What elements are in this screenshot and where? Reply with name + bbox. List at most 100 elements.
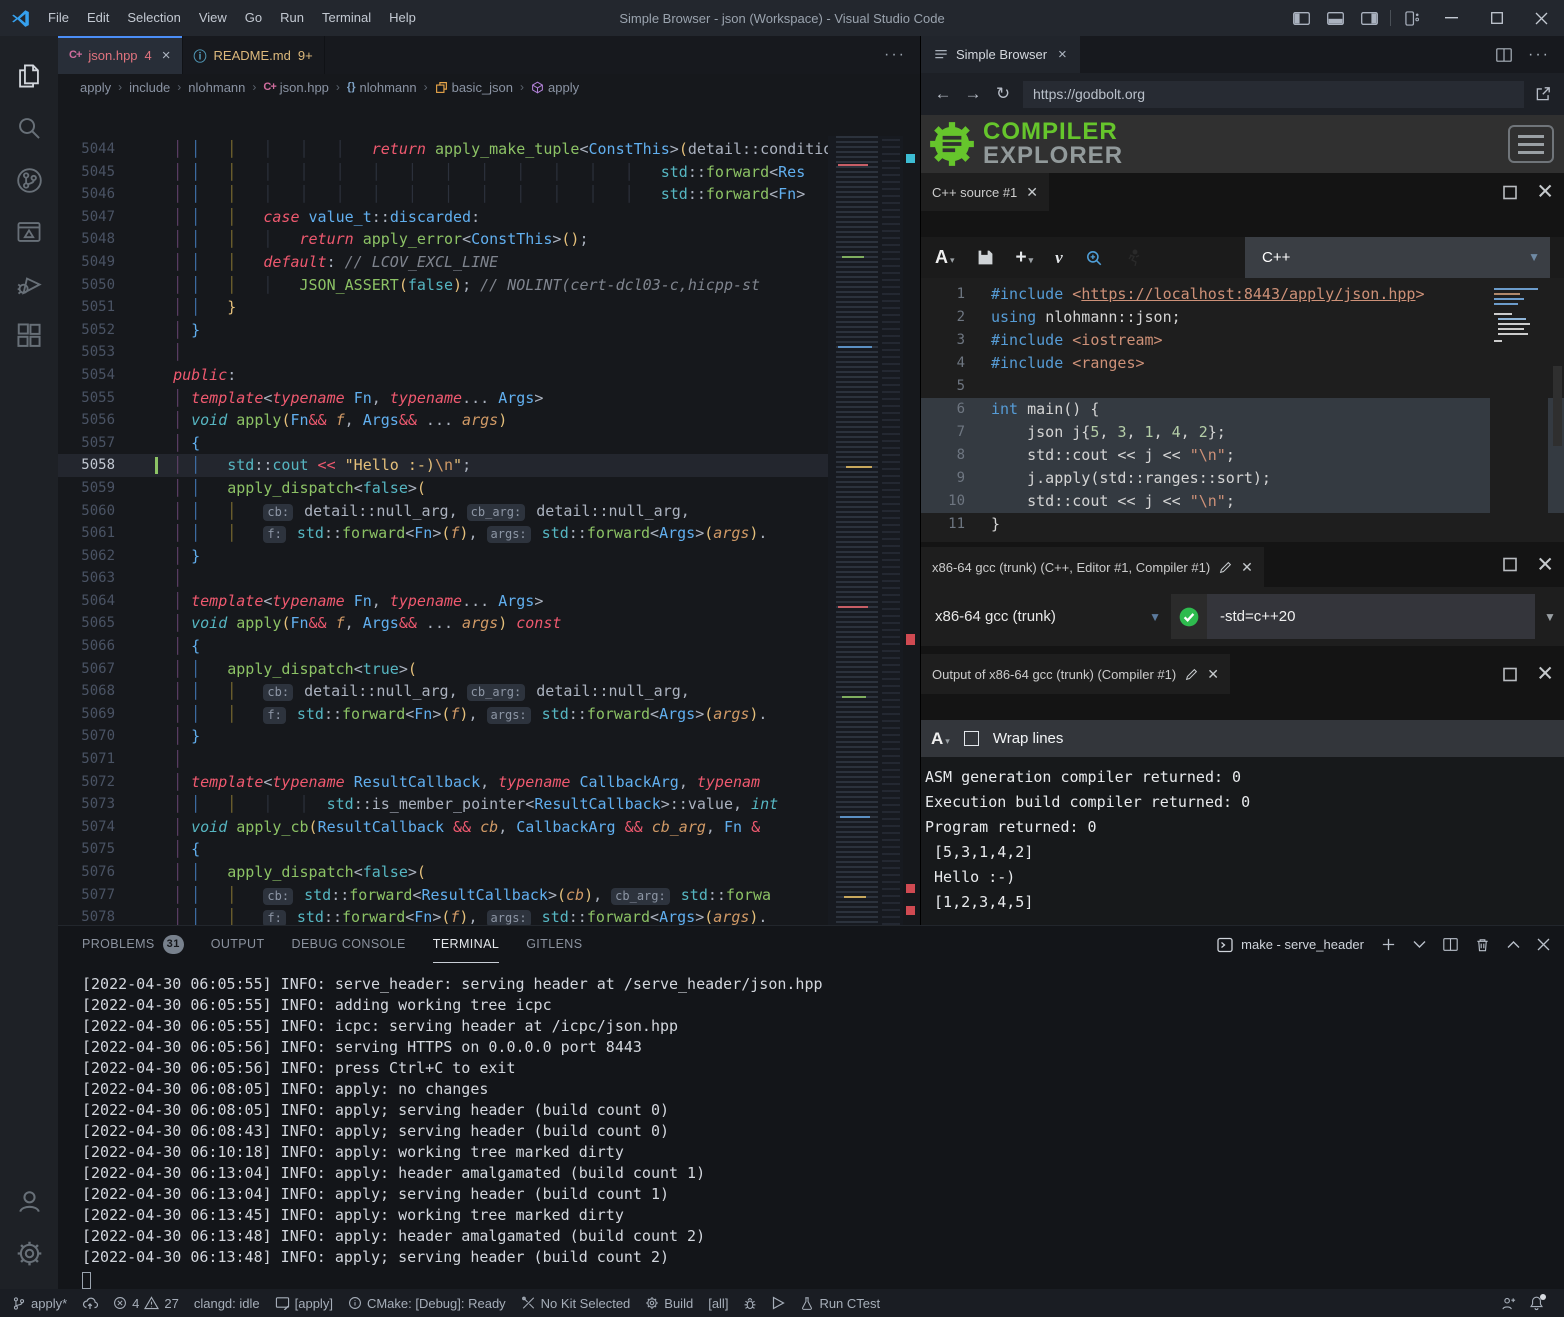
settings-gear-icon[interactable]	[5, 1227, 53, 1279]
code-line[interactable]: 5057 │ {	[58, 432, 920, 455]
code-line[interactable]: 5055 │ template<typename Fn, typename...…	[58, 387, 920, 410]
cmake-status[interactable]: CMake: [Debug]: Ready	[348, 1296, 506, 1311]
rename-icon[interactable]	[1185, 668, 1198, 681]
code-line[interactable]: 5051 │ │ }	[58, 296, 920, 319]
minimize-button[interactable]	[1429, 0, 1474, 36]
menu-view[interactable]: View	[190, 10, 236, 25]
code-line[interactable]: 5061 │ │ │ f: std::forward<Fn>(f), args:…	[58, 522, 920, 545]
notifications-bell-icon[interactable]	[1529, 1295, 1544, 1311]
ce-output-tab[interactable]: Output of x86-64 gcc (trunk) (Compiler #…	[921, 654, 1230, 694]
language-select[interactable]: C++▼	[1245, 237, 1550, 278]
breadcrumb-item-file[interactable]: C+json.hpp	[263, 80, 329, 95]
new-terminal-icon[interactable]	[1381, 937, 1396, 952]
code-line[interactable]: 5076 │ │ apply_dispatch<false>(	[58, 861, 920, 884]
debug-button[interactable]	[743, 1296, 757, 1311]
close-pane-icon[interactable]: ✕	[1536, 182, 1554, 203]
compiler-options-input[interactable]: -std=c++20	[1207, 594, 1535, 639]
more-actions-icon[interactable]: ···	[1528, 46, 1550, 64]
code-line[interactable]: 5044 │ │ │ │ │ │ return apply_make_tuple…	[58, 138, 920, 161]
toggle-panel-icon[interactable]	[1318, 0, 1352, 36]
reload-icon[interactable]: ↻	[993, 84, 1013, 104]
ce-source-tab[interactable]: C++ source #1 ✕	[921, 173, 1049, 211]
ce-code-line[interactable]: 2using nlohmann::json;	[921, 306, 1564, 329]
menu-file[interactable]: File	[39, 10, 78, 25]
panel-tab-gitlens[interactable]: GITLENS	[526, 926, 582, 963]
source-control-icon[interactable]	[5, 154, 53, 206]
code-line[interactable]: 5072 │ template<typename ResultCallback,…	[58, 771, 920, 794]
menu-run[interactable]: Run	[271, 10, 313, 25]
code-line[interactable]: 5063 │	[58, 567, 920, 590]
ce-code-line[interactable]: 9 j.apply(std::ranges::sort);	[921, 467, 1564, 490]
panel-tab-problems[interactable]: PROBLEMS31	[82, 926, 184, 963]
code-line[interactable]: 5048 │ │ │ │ return apply_error<ConstThi…	[58, 228, 920, 251]
code-line[interactable]: 5050 │ │ │ │ JSON_ASSERT(false); // NOLI…	[58, 274, 920, 297]
breadcrumb-item[interactable]: include	[129, 80, 170, 95]
ce-code-line[interactable]: 11}	[921, 513, 1564, 536]
code-line[interactable]: 5066 │ {	[58, 635, 920, 658]
launch-button[interactable]	[772, 1296, 785, 1310]
hamburger-menu-icon[interactable]	[1508, 125, 1554, 163]
chevron-down-icon[interactable]	[1413, 940, 1426, 949]
code-line[interactable]: 5045 │ │ │ │ │ │ │ │ │ │ │ │ │ │ std::fo…	[58, 161, 920, 184]
code-line[interactable]: 5067 │ │ apply_dispatch<true>(	[58, 658, 920, 681]
close-icon[interactable]: ✕	[1026, 184, 1038, 201]
code-line[interactable]: 5060 │ │ │ cb: detail::null_arg, cb_arg:…	[58, 500, 920, 523]
git-branch-status[interactable]: apply*	[12, 1296, 67, 1311]
code-line[interactable]: 5078 │ │ │ f: std::forward<Fn>(f), args:…	[58, 906, 920, 925]
cmake-panel-icon[interactable]	[5, 206, 53, 258]
menu-edit[interactable]: Edit	[78, 10, 118, 25]
code-line[interactable]: 5070 │ }	[58, 725, 920, 748]
account-icon[interactable]	[5, 1175, 53, 1227]
editor-more-actions-icon[interactable]: ···	[884, 36, 920, 74]
panel-tab-terminal[interactable]: TERMINAL	[433, 926, 499, 963]
zoom-icon[interactable]	[1085, 249, 1103, 267]
menu-help[interactable]: Help	[380, 10, 425, 25]
run-debug-icon[interactable]	[5, 258, 53, 310]
compiler-select[interactable]: x86-64 gcc (trunk) ▼	[921, 608, 1171, 625]
problems-status[interactable]: 4 27	[113, 1296, 179, 1311]
feedback-icon[interactable]	[1501, 1296, 1517, 1311]
code-line[interactable]: 5052 │ }	[58, 319, 920, 342]
customize-layout-icon[interactable]	[1395, 0, 1429, 36]
maximize-panel-chevron-icon[interactable]	[1507, 940, 1520, 949]
close-tab-icon[interactable]: ×	[1058, 46, 1067, 63]
panel-tab-debug-console[interactable]: DEBUG CONSOLE	[292, 926, 406, 963]
wrap-lines-checkbox[interactable]	[964, 731, 979, 746]
ce-source-editor[interactable]: 1#include <https://localhost:8443/apply/…	[921, 278, 1564, 542]
tab-json-hpp[interactable]: C+ json.hpp 4 ×	[58, 36, 183, 74]
close-panel-icon[interactable]	[1537, 938, 1550, 951]
breadcrumb-item-method[interactable]: apply	[531, 80, 579, 95]
build-button[interactable]: Build	[645, 1296, 693, 1311]
rename-icon[interactable]	[1219, 561, 1232, 574]
maximize-pane-icon[interactable]	[1502, 666, 1518, 682]
code-line[interactable]: 5046 │ │ │ │ │ │ │ │ │ │ │ │ │ │ std::fo…	[58, 183, 920, 206]
close-icon[interactable]: ✕	[1241, 559, 1253, 576]
maximize-pane-icon[interactable]	[1502, 557, 1518, 573]
code-line[interactable]: 5075 │ {	[58, 838, 920, 861]
open-external-icon[interactable]	[1534, 85, 1552, 103]
code-line[interactable]: 5065 │ void apply(Fn&& f, Args&& ... arg…	[58, 612, 920, 635]
cmake-project-status[interactable]: [apply]	[275, 1296, 333, 1311]
ce-code-line[interactable]: 10 std::cout << j << "\n";	[921, 490, 1564, 513]
code-line[interactable]: 5074 │ void apply_cb(ResultCallback && c…	[58, 816, 920, 839]
extensions-icon[interactable]	[5, 310, 53, 362]
ce-code-line[interactable]: 3#include <iostream>	[921, 329, 1564, 352]
code-line[interactable]: 5062 │ }	[58, 545, 920, 568]
code-line[interactable]: 5064 │ template<typename Fn, typename...…	[58, 590, 920, 613]
url-input[interactable]: https://godbolt.org	[1023, 81, 1524, 108]
terminal-instance[interactable]: make - serve_header	[1217, 937, 1364, 953]
code-line[interactable]: 5071 │	[58, 748, 920, 771]
breadcrumb-item[interactable]: nlohmann	[188, 80, 245, 95]
code-line[interactable]: 5077 │ │ │ cb: std::forward<ResultCallba…	[58, 884, 920, 907]
menu-terminal[interactable]: Terminal	[313, 10, 380, 25]
breadcrumb-item-class[interactable]: basic_json	[435, 80, 513, 95]
ce-code-line[interactable]: 8 std::cout << j << "\n";	[921, 444, 1564, 467]
maximize-pane-icon[interactable]	[1502, 184, 1518, 200]
toggle-secondary-sidebar-icon[interactable]	[1352, 0, 1386, 36]
code-line[interactable]: 5047 │ │ │ case value_t::discarded:	[58, 206, 920, 229]
explorer-icon[interactable]	[5, 50, 53, 102]
options-caret-icon[interactable]: ▼	[1540, 610, 1560, 624]
close-icon[interactable]: ✕	[1207, 666, 1219, 683]
tab-readme-md[interactable]: ⓘ README.md 9+	[183, 36, 325, 74]
clangd-status[interactable]: clangd: idle	[194, 1296, 260, 1311]
